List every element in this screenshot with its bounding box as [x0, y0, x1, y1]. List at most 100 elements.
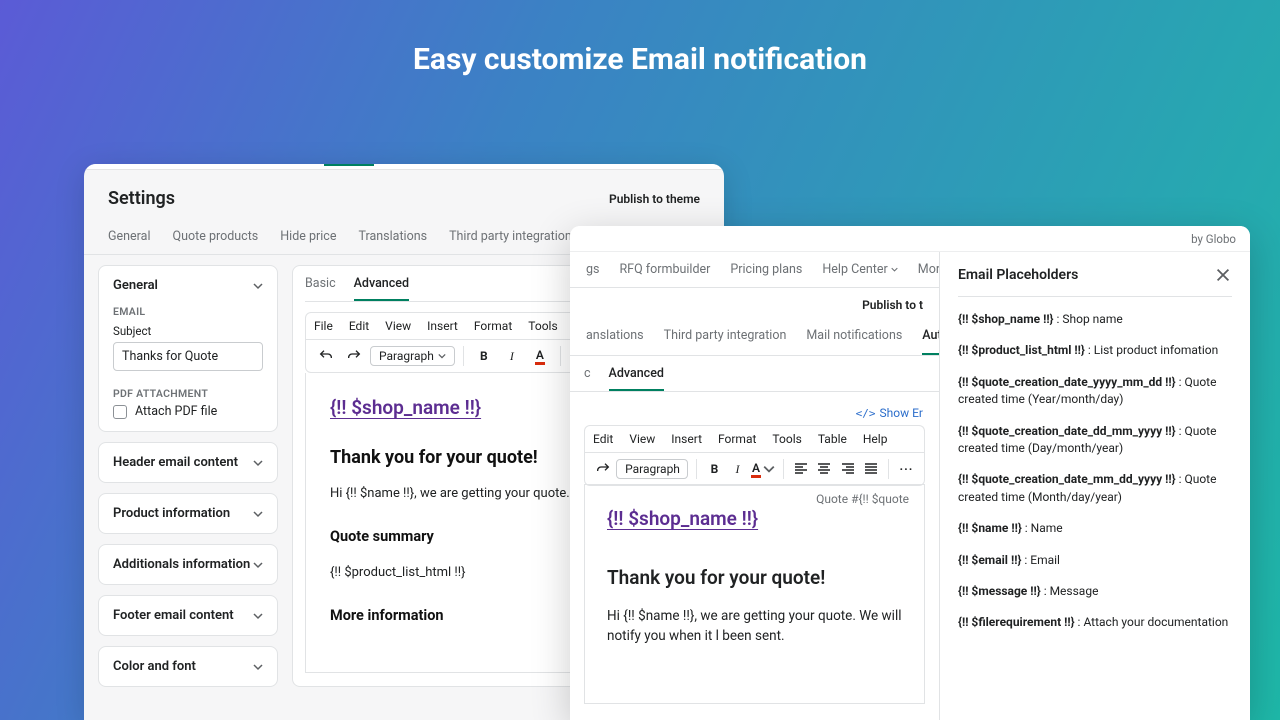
undo-button[interactable]	[314, 344, 338, 368]
accordion-footer-email[interactable]: Footer email content	[98, 595, 278, 636]
accordion-label: Footer email content	[113, 608, 234, 623]
menu-edit[interactable]: Edit	[593, 432, 613, 446]
subtab-basic[interactable]: Basic	[305, 276, 336, 301]
settings-sidebar: General EMAIL Subject PDF ATTACHMENT Att…	[98, 265, 278, 687]
menu-tools[interactable]: Tools	[528, 319, 557, 333]
placeholder-item[interactable]: {!! $email !!} : Email	[958, 552, 1232, 569]
email-paragraph: Hi {!! $name !!}, we are getting your qu…	[607, 606, 902, 647]
menu-view[interactable]: View	[385, 319, 411, 333]
menu-insert[interactable]: Insert	[671, 432, 702, 446]
sidebar-general-title: General	[113, 278, 158, 293]
tab-general[interactable]: General	[108, 229, 151, 244]
menu-tools[interactable]: Tools	[772, 432, 801, 446]
menu-format[interactable]: Format	[718, 432, 756, 446]
text-color-button[interactable]: A	[751, 457, 775, 481]
bold-button[interactable]: B	[472, 344, 496, 368]
redo-button[interactable]	[342, 344, 366, 368]
tab-settings-partial[interactable]: gs	[586, 262, 599, 287]
format-value: Paragraph	[379, 349, 434, 363]
chevron-down-icon	[253, 509, 263, 519]
paragraph-format-select[interactable]: Paragraph	[370, 346, 455, 366]
paragraph-format-select[interactable]: Paragraph	[616, 459, 688, 479]
align-justify-button[interactable]	[861, 457, 880, 481]
placeholder-item[interactable]: {!! $quote_creation_date_yyyy_mm_dd !!} …	[958, 374, 1232, 409]
redo-button[interactable]	[593, 457, 612, 481]
menu-edit[interactable]: Edit	[349, 319, 369, 333]
publish-to-theme-partial[interactable]: Publish to t	[570, 288, 939, 316]
placeholder-item[interactable]: {!! $name !!} : Name	[958, 520, 1232, 537]
chevron-down-icon	[253, 662, 263, 672]
front-primary-tabs: gs RFQ formbuilder Pricing plans Help Ce…	[570, 252, 939, 288]
placeholder-item[interactable]: {!! $filerequirement !!} : Attach your d…	[958, 614, 1232, 631]
menu-insert[interactable]: Insert	[427, 319, 458, 333]
editor-subtabs-front: c Advanced	[570, 356, 939, 392]
align-right-button[interactable]	[838, 457, 857, 481]
menu-view[interactable]: View	[629, 432, 655, 446]
tab-mail-notifications[interactable]: Mail notifications	[806, 328, 902, 355]
format-value: Paragraph	[625, 462, 680, 476]
email-editor-body-front[interactable]: {!! $shop_name !!} Thank you for your qu…	[584, 484, 925, 704]
checkbox-icon	[113, 405, 127, 419]
placeholder-item[interactable]: {!! $product_list_html !!} : List produc…	[958, 342, 1232, 359]
accordion-label: Color and font	[113, 659, 196, 674]
menu-file[interactable]: File	[314, 319, 333, 333]
email-placeholders-window: by Globo gs RFQ formbuilder Pricing plan…	[570, 226, 1250, 720]
front-secondary-tabs: anslations Third party integration Mail …	[570, 316, 939, 356]
placeholder-item[interactable]: {!! $quote_creation_date_mm_dd_yyyy !!} …	[958, 471, 1232, 506]
subtab-basic[interactable]: c	[584, 356, 591, 391]
align-left-button[interactable]	[792, 457, 811, 481]
tab-more-features[interactable]: More Features	[918, 262, 940, 287]
subtab-advanced[interactable]: Advanced	[354, 276, 409, 301]
placeholder-item[interactable]: {!! $message !!} : Message	[958, 583, 1232, 600]
email-heading: Thank you for your quote!	[607, 564, 902, 593]
settings-title: Settings	[108, 188, 175, 209]
tab-third-party-integration[interactable]: Third party integration	[449, 229, 572, 244]
align-center-button[interactable]	[815, 457, 834, 481]
placeholder-item[interactable]: {!! $quote_creation_date_dd_mm_yyyy !!} …	[958, 423, 1232, 458]
code-icon: </>	[856, 407, 876, 420]
chevron-down-icon[interactable]	[253, 281, 263, 291]
more-button[interactable]: ···	[897, 457, 916, 481]
subtab-advanced[interactable]: Advanced	[609, 356, 664, 391]
window-topbar	[84, 164, 724, 170]
email-section-label: EMAIL	[113, 305, 263, 318]
shop-name-var: {!! $shop_name !!}	[607, 505, 902, 534]
placeholder-item[interactable]: {!! $shop_name !!} : Shop name	[958, 311, 1232, 328]
attach-pdf-label: Attach PDF file	[135, 404, 217, 419]
byline: by Globo	[1191, 232, 1236, 246]
chevron-down-icon	[253, 458, 263, 468]
italic-button[interactable]: I	[500, 344, 524, 368]
accordion-label: Product information	[113, 506, 230, 521]
tab-pricing-plans[interactable]: Pricing plans	[730, 262, 802, 287]
tab-rfq-formbuilder[interactable]: RFQ formbuilder	[619, 262, 710, 287]
tab-auto-response[interactable]: Auto respons	[922, 328, 940, 355]
tab-help-center[interactable]: Help Center	[822, 262, 897, 287]
menu-table[interactable]: Table	[818, 432, 847, 446]
close-icon[interactable]	[1214, 266, 1232, 284]
accordion-additionals[interactable]: Additionals information	[98, 544, 278, 585]
chevron-down-icon	[253, 560, 263, 570]
text-color-button[interactable]: A	[528, 344, 552, 368]
publish-to-theme-button[interactable]: Publish to theme	[609, 192, 700, 206]
accordion-label: Additionals information	[113, 557, 250, 572]
menu-format[interactable]: Format	[474, 319, 512, 333]
menu-help[interactable]: Help	[863, 432, 888, 446]
tab-hide-price[interactable]: Hide price	[280, 229, 336, 244]
show-placeholders-link[interactable]: </>Show Er	[856, 406, 923, 420]
tab-quote-products[interactable]: Quote products	[173, 229, 259, 244]
accordion-color-font[interactable]: Color and font	[98, 646, 278, 687]
placeholders-panel: Email Placeholders {!! $shop_name !!} : …	[940, 252, 1250, 720]
tab-translations[interactable]: Translations	[358, 229, 427, 244]
accordion-header-email[interactable]: Header email content	[98, 442, 278, 483]
chevron-down-icon	[253, 611, 263, 621]
tab-translations-partial[interactable]: anslations	[586, 328, 644, 355]
attach-pdf-checkbox[interactable]: Attach PDF file	[113, 404, 263, 419]
page-headline: Easy customize Email notification	[0, 42, 1280, 77]
bold-button[interactable]: B	[705, 457, 724, 481]
quote-number-label: Quote #{!! $quote	[816, 492, 925, 506]
accordion-product-info[interactable]: Product information	[98, 493, 278, 534]
italic-button[interactable]: I	[728, 457, 747, 481]
subject-label: Subject	[113, 324, 263, 338]
subject-input[interactable]	[113, 342, 263, 371]
tab-third-party[interactable]: Third party integration	[664, 328, 787, 355]
